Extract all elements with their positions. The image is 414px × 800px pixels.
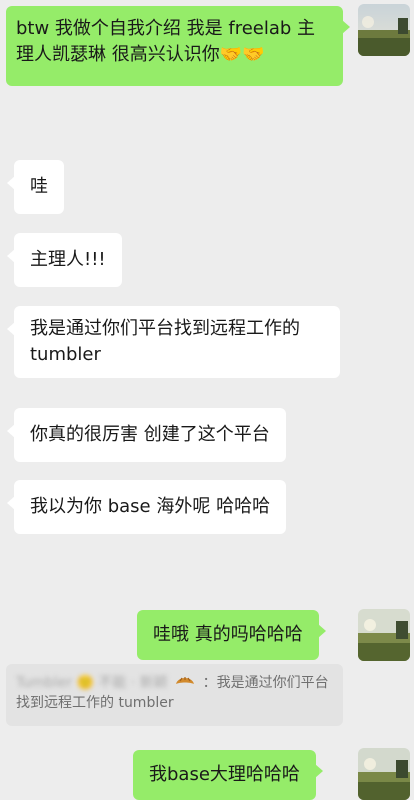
message-bubble-incoming[interactable]: 我是通过你们平台找到远程工作的 tumbler — [7, 306, 340, 378]
message-bubble-outgoing[interactable]: 我base大理哈哈哈 — [133, 750, 323, 800]
quoted-sender-redacted: Tumbler 🙂 不能 · 新颖 — [16, 675, 168, 691]
message-bubble-outgoing[interactable]: btw 我做个自我介绍 我是 freelab 主理人凯瑟琳 很高兴认识你🤝🤝 — [6, 6, 350, 86]
avatar[interactable] — [358, 609, 410, 661]
avatar[interactable] — [358, 748, 410, 800]
chat-area: btw 我做个自我介绍 我是 freelab 主理人凯瑟琳 很高兴认识你🤝🤝 哇… — [0, 0, 414, 800]
avatar[interactable] — [358, 4, 410, 56]
message-bubble-incoming[interactable]: 我以为你 base 海外呢 哈哈哈 — [6, 480, 287, 534]
croissant-icon — [174, 672, 196, 690]
quoted-reply[interactable]: Tumbler 🙂 不能 · 新颖 ：我是通过你们平台找到远程工作的 tumbl… — [6, 664, 343, 726]
message-bubble-outgoing[interactable]: 哇哦 真的吗哈哈哈 — [137, 610, 326, 660]
message-bubble-incoming[interactable]: 你真的很厉害 创建了这个平台 — [7, 408, 286, 462]
message-bubble-incoming[interactable]: 主理人!!! — [7, 233, 122, 287]
message-bubble-incoming[interactable]: 哇 — [7, 160, 64, 214]
